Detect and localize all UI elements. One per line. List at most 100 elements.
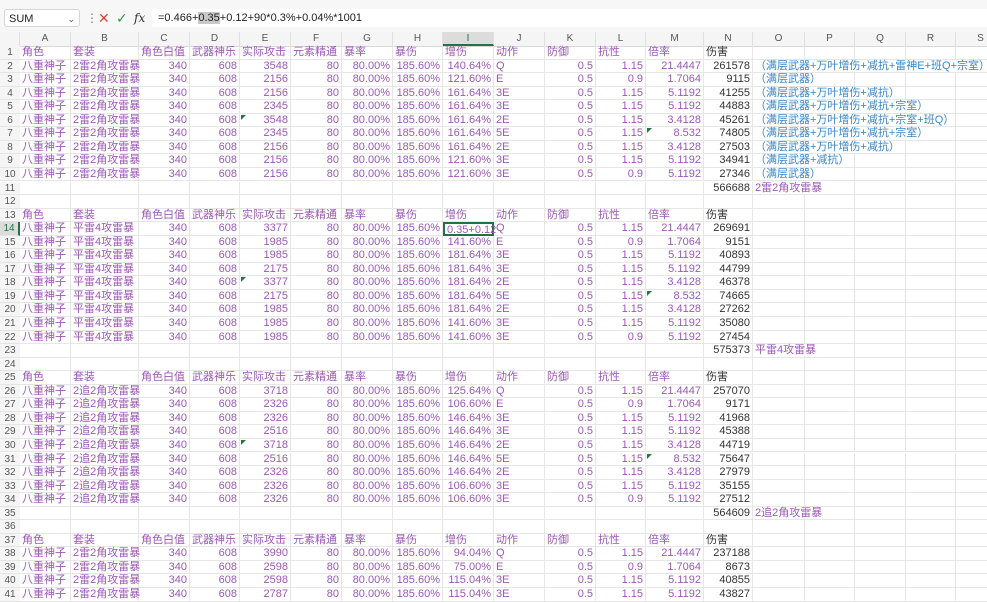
- cell-A21[interactable]: 八重神子: [20, 317, 71, 331]
- cell-J32[interactable]: 2E: [494, 466, 545, 480]
- empty-cell[interactable]: [753, 384, 805, 399]
- cell-N26[interactable]: 257070: [704, 384, 753, 399]
- empty-cell[interactable]: [906, 425, 956, 439]
- empty-cell[interactable]: [240, 506, 291, 521]
- empty-cell[interactable]: [855, 425, 906, 439]
- cell-E26[interactable]: 3718: [240, 384, 291, 399]
- cell-M14[interactable]: 21.4447: [646, 222, 704, 236]
- column-header-P[interactable]: P: [805, 32, 855, 46]
- cell-M34[interactable]: 5.1192: [646, 493, 704, 507]
- cell-F5[interactable]: 80: [291, 100, 342, 114]
- empty-cell[interactable]: [393, 344, 443, 358]
- cell-C33[interactable]: 340: [139, 479, 190, 494]
- empty-cell[interactable]: [545, 506, 596, 521]
- cell-O3[interactable]: （满层武器）: [753, 73, 821, 87]
- cell-F15[interactable]: 80: [291, 235, 342, 250]
- cell-E17[interactable]: 2175: [240, 262, 291, 277]
- cell-F28[interactable]: 80: [291, 411, 342, 426]
- cell-M21[interactable]: 5.1192: [646, 317, 704, 331]
- column-label-cell[interactable]: 暴率: [342, 46, 393, 60]
- empty-cell[interactable]: [906, 357, 956, 372]
- cell-I39[interactable]: 75.00%: [443, 560, 494, 575]
- cell-L26[interactable]: 1.15: [596, 384, 646, 399]
- cell-N3[interactable]: 9115: [704, 73, 753, 87]
- cell-A10[interactable]: 八重神子: [20, 167, 71, 182]
- cell-K33[interactable]: 0.5: [545, 479, 596, 494]
- column-header-I[interactable]: I: [443, 32, 494, 46]
- empty-cell[interactable]: [805, 330, 855, 345]
- cell-G27[interactable]: 80.00%: [342, 398, 393, 412]
- cell-F4[interactable]: 80: [291, 86, 342, 101]
- column-label-cell[interactable]: 角色: [20, 371, 71, 385]
- cell-J18[interactable]: 2E: [494, 276, 545, 290]
- empty-cell[interactable]: [805, 357, 855, 372]
- cell-F21[interactable]: 80: [291, 317, 342, 331]
- column-label-cell[interactable]: 角色白值: [139, 371, 190, 385]
- cell-J20[interactable]: 2E: [494, 303, 545, 317]
- empty-cell[interactable]: [71, 520, 139, 534]
- empty-cell[interactable]: [71, 195, 139, 209]
- cell-L5[interactable]: 1.15: [596, 100, 646, 114]
- cell-B17[interactable]: 平雷4攻雷暴: [71, 262, 139, 277]
- cell-C32[interactable]: 340: [139, 466, 190, 480]
- column-header-M[interactable]: M: [646, 32, 704, 46]
- cell-B2[interactable]: 2雷2角攻雷暴: [71, 59, 140, 74]
- cell-B34[interactable]: 2追2角攻雷暴: [71, 493, 140, 507]
- row-header-4[interactable]: 4: [0, 86, 20, 101]
- cell-E32[interactable]: 2326: [240, 466, 291, 480]
- cell-L39[interactable]: 0.9: [596, 560, 646, 575]
- cell-C8[interactable]: 340: [139, 140, 190, 155]
- empty-cell[interactable]: [494, 520, 545, 534]
- cell-O35[interactable]: 2追2角攻雷暴: [753, 506, 823, 521]
- empty-cell[interactable]: [805, 479, 855, 494]
- cell-I9[interactable]: 121.60%: [443, 154, 494, 168]
- empty-cell[interactable]: [855, 452, 906, 467]
- row-header-17[interactable]: 17: [0, 262, 20, 277]
- cell-J33[interactable]: 3E: [494, 479, 545, 494]
- empty-cell[interactable]: [855, 547, 906, 561]
- cell-A3[interactable]: 八重神子: [20, 73, 71, 87]
- empty-cell[interactable]: [855, 506, 906, 521]
- column-label-cell[interactable]: 角色白值: [139, 46, 190, 60]
- empty-cell[interactable]: [240, 195, 291, 209]
- empty-cell[interactable]: [855, 167, 906, 182]
- cell-L15[interactable]: 0.9: [596, 235, 646, 250]
- cell-M38[interactable]: 21.4447: [646, 547, 704, 561]
- empty-cell[interactable]: [805, 466, 855, 480]
- cell-K30[interactable]: 0.5: [545, 438, 596, 453]
- empty-cell[interactable]: [906, 533, 956, 548]
- cell-H10[interactable]: 185.60%: [393, 167, 443, 182]
- empty-cell[interactable]: [393, 195, 443, 209]
- cell-C19[interactable]: 340: [139, 289, 190, 304]
- cell-C9[interactable]: 340: [139, 154, 190, 168]
- cell-I34[interactable]: 106.60%: [443, 493, 494, 507]
- cell-H28[interactable]: 185.60%: [393, 411, 443, 426]
- empty-cell[interactable]: [906, 140, 956, 155]
- empty-cell[interactable]: [753, 357, 805, 372]
- cell-C39[interactable]: 340: [139, 560, 190, 575]
- cell-D16[interactable]: 608: [190, 249, 240, 263]
- empty-cell[interactable]: [704, 357, 753, 372]
- row-header-9[interactable]: 9: [0, 154, 20, 168]
- cell-C31[interactable]: 340: [139, 452, 190, 467]
- column-label-cell[interactable]: 动作: [494, 46, 545, 60]
- column-label-cell[interactable]: 暴伤: [393, 208, 443, 223]
- row-header-24[interactable]: 24: [0, 357, 20, 372]
- cell-O5[interactable]: （满层武器+万叶增伤+减抗+宗室）: [753, 100, 929, 114]
- cell-K31[interactable]: 0.5: [545, 452, 596, 467]
- cell-C28[interactable]: 340: [139, 411, 190, 426]
- column-header-S[interactable]: S: [956, 32, 987, 46]
- cell-K34[interactable]: 0.5: [545, 493, 596, 507]
- cell-K40[interactable]: 0.5: [545, 574, 596, 588]
- cell-D6[interactable]: 608: [190, 113, 240, 128]
- cell-G10[interactable]: 80.00%: [342, 167, 393, 182]
- cell-H34[interactable]: 185.60%: [393, 493, 443, 507]
- empty-cell[interactable]: [190, 344, 240, 358]
- cell-M18[interactable]: 3.4128: [646, 276, 704, 290]
- empty-cell[interactable]: [753, 547, 805, 561]
- empty-cell[interactable]: [753, 195, 805, 209]
- cell-I40[interactable]: 115.04%: [443, 574, 494, 588]
- empty-cell[interactable]: [906, 235, 956, 250]
- cell-L17[interactable]: 1.15: [596, 262, 646, 277]
- cell-D22[interactable]: 608: [190, 330, 240, 345]
